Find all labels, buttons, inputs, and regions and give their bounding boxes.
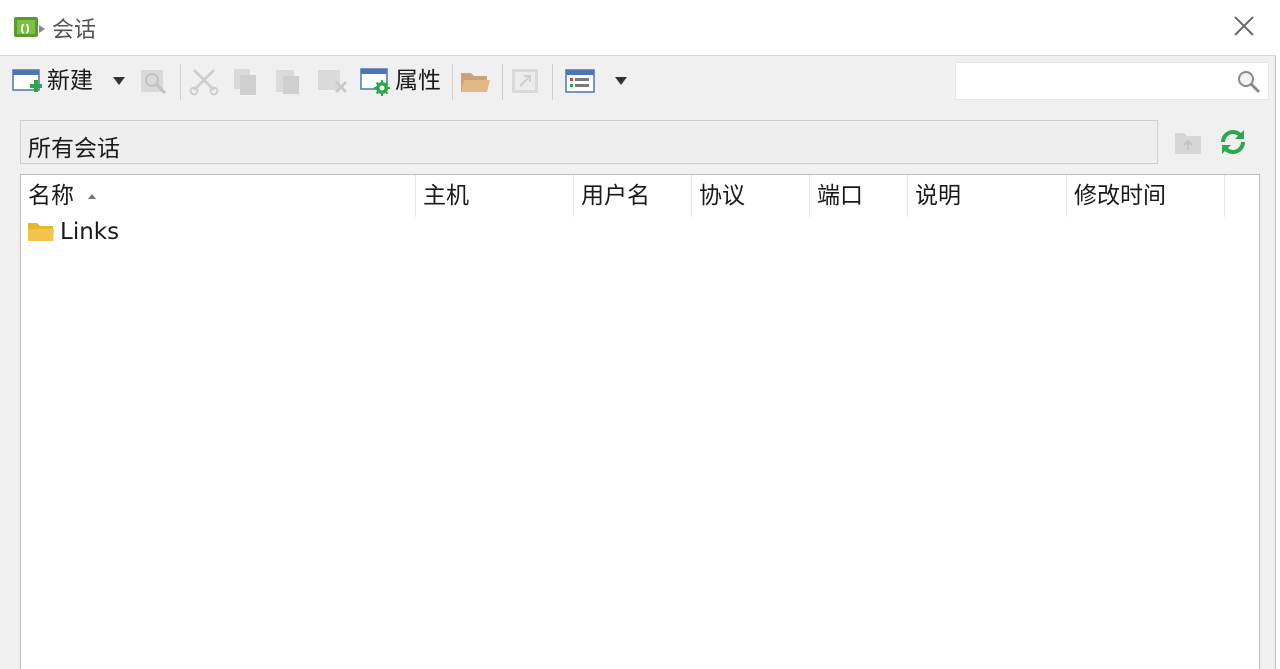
find-icon — [141, 70, 167, 95]
paste-icon — [276, 70, 299, 94]
app-icon: () — [14, 17, 45, 37]
shortcut-icon — [512, 69, 538, 93]
search-icon[interactable] — [1236, 69, 1262, 95]
view-dropdown-chevron-down-icon[interactable] — [612, 62, 630, 100]
find-button[interactable] — [139, 62, 169, 100]
column-header-label: 名称 — [28, 183, 74, 209]
properties-button[interactable]: 属性 — [360, 62, 441, 100]
list-item[interactable]: Links — [21, 217, 1259, 247]
new-session-button[interactable]: 新建 — [12, 62, 93, 100]
window-title: 会话 — [52, 18, 97, 43]
delete-button[interactable] — [316, 62, 348, 100]
close-icon[interactable] — [1228, 12, 1260, 42]
column-header-label: 端口 — [817, 183, 863, 209]
copy-icon — [234, 69, 256, 95]
folder-open-icon — [461, 73, 490, 92]
cut-icon — [189, 68, 219, 96]
list-header: 名称 主机 用户名 协议 端口 说明 修改时间 — [21, 175, 1259, 217]
breadcrumb-label: 所有会话 — [28, 136, 120, 162]
folder-icon — [28, 223, 54, 241]
new-session-label: 新建 — [47, 68, 93, 94]
column-header-label: 协议 — [699, 183, 745, 209]
column-header-port[interactable]: 端口 — [810, 175, 908, 217]
column-header-username[interactable]: 用户名 — [574, 175, 692, 217]
breadcrumb[interactable]: 所有会话 — [20, 120, 1158, 164]
new-folder-button[interactable] — [459, 62, 491, 100]
parent-folder-button[interactable] — [1172, 126, 1204, 158]
column-header-protocol[interactable]: 协议 — [692, 175, 810, 217]
svg-text:(): () — [20, 22, 30, 35]
session-list[interactable]: 名称 主机 用户名 协议 端口 说明 修改时间 Links — [20, 174, 1260, 669]
column-header-label: 主机 — [423, 183, 469, 209]
parent-folder-icon — [1175, 133, 1201, 154]
refresh-icon — [1221, 130, 1245, 154]
cut-button[interactable] — [188, 62, 220, 100]
new-dropdown-chevron-down-icon[interactable] — [110, 62, 128, 100]
column-header-label: 说明 — [915, 183, 961, 209]
properties-label: 属性 — [395, 68, 441, 94]
refresh-button[interactable] — [1217, 126, 1249, 158]
paste-button[interactable] — [273, 62, 303, 100]
view-button[interactable] — [565, 62, 597, 100]
toolbar-separator — [180, 64, 181, 100]
column-header-modified-time[interactable]: 修改时间 — [1067, 175, 1225, 217]
search-input[interactable] — [955, 62, 1269, 100]
toolbar-separator — [552, 64, 553, 100]
toolbar-separator — [502, 64, 503, 100]
column-header-name[interactable]: 名称 — [21, 175, 416, 217]
title-bar: () 会话 — [0, 0, 1280, 55]
view-list-icon — [565, 69, 595, 93]
toolbar-separator — [452, 64, 453, 100]
column-header-label: 修改时间 — [1074, 183, 1166, 209]
new-session-icon — [12, 69, 42, 92]
properties-gear-icon — [360, 68, 390, 96]
copy-button[interactable] — [230, 62, 260, 100]
column-header-host[interactable]: 主机 — [416, 175, 574, 217]
column-header-description[interactable]: 说明 — [908, 175, 1067, 217]
shortcut-button[interactable] — [510, 62, 540, 100]
sort-ascending-icon — [88, 194, 96, 199]
column-header-label: 用户名 — [581, 183, 650, 209]
delete-icon — [318, 70, 348, 94]
list-item-label: Links — [60, 219, 120, 245]
